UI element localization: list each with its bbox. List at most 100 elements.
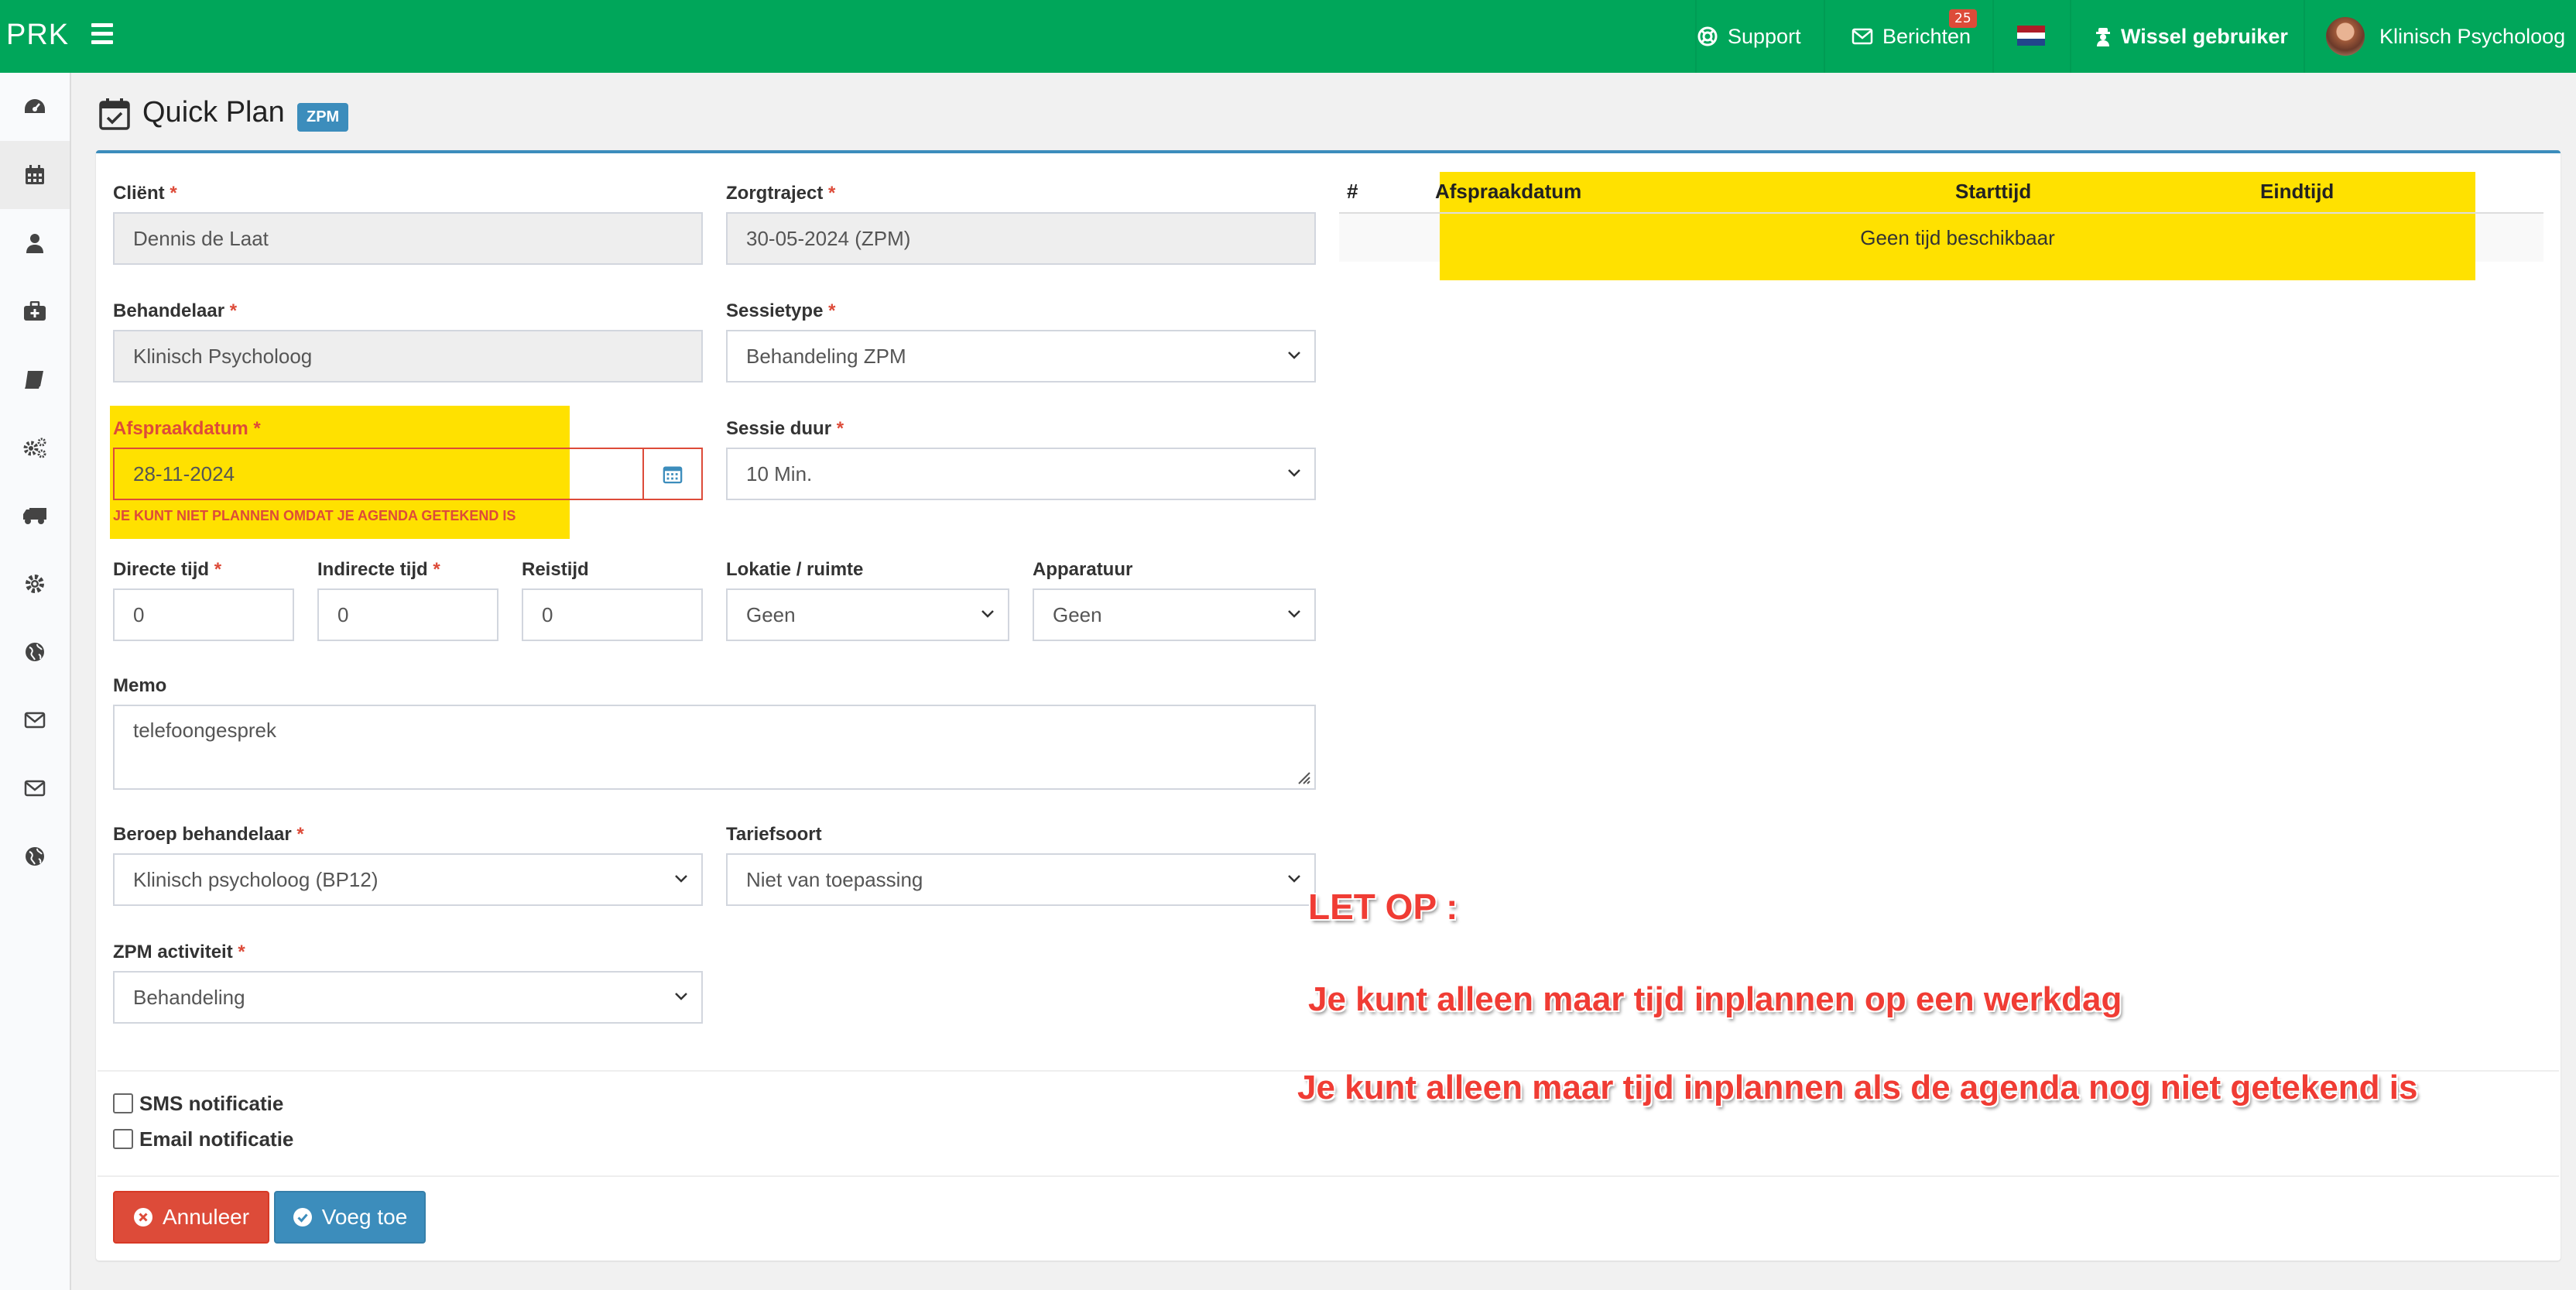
- calendar-icon: [26, 165, 44, 184]
- annotation-line-2: Je kunt alleen maar tijd inplannen als d…: [1297, 1069, 2418, 1106]
- language-flag-nl-icon[interactable]: [2017, 26, 2045, 46]
- sidebar-item-medical[interactable]: [0, 277, 70, 345]
- email-notification-label: Email notificatie: [139, 1127, 294, 1151]
- sidebar-item-web[interactable]: [0, 618, 70, 686]
- calendar-icon: [663, 466, 683, 484]
- lokatie-select[interactable]: Geen: [726, 588, 1009, 641]
- messages-label: Berichten: [1882, 24, 1971, 48]
- beroep-select[interactable]: Klinisch psycholoog (BP12): [113, 853, 703, 906]
- chevron-down-icon: [1288, 875, 1300, 883]
- chevron-down-icon: [981, 610, 994, 618]
- zpm-badge: ZPM: [297, 103, 349, 132]
- table-header-start: Starttijd: [1955, 180, 2032, 203]
- annotation-heading: LET OP :: [1308, 887, 1458, 927]
- switch-user-link[interactable]: Wissel gebruiker: [2095, 0, 2288, 73]
- switch-user-label: Wissel gebruiker: [2121, 24, 2288, 48]
- client-field[interactable]: Dennis de Laat: [113, 212, 703, 265]
- tariefsoort-label: Tariefsoort: [726, 824, 822, 845]
- sidebar-item-settings[interactable]: [0, 550, 70, 618]
- date-error-message: JE KUNT NIET PLANNEN OMDAT JE AGENDA GET…: [113, 508, 516, 523]
- chevron-down-icon: [1288, 352, 1300, 359]
- envelope-icon: [24, 780, 46, 797]
- user-name: Klinisch Psycholoog: [2379, 24, 2566, 48]
- messages-count-badge: 25: [1949, 9, 1977, 28]
- sidebar-item-web-2[interactable]: [0, 822, 70, 890]
- table-header-date: Afspraakdatum: [1435, 180, 1582, 203]
- datepicker-button[interactable]: [642, 448, 703, 500]
- sidebar-item-config[interactable]: [0, 413, 70, 482]
- add-button[interactable]: Voeg toe: [274, 1191, 426, 1244]
- indirecte-tijd-label: Indirecte tijd *: [317, 559, 440, 580]
- chevron-down-icon: [1288, 610, 1300, 618]
- user-icon: [26, 234, 43, 253]
- sidebar-item-calendar[interactable]: [0, 141, 70, 209]
- beroep-label: Beroep behandelaar *: [113, 824, 304, 845]
- sessietype-label: Sessietype *: [726, 300, 836, 321]
- zpm-activiteit-label: ZPM activiteit *: [113, 942, 245, 962]
- directe-tijd-input[interactable]: 0: [113, 588, 294, 641]
- hamburger-menu-icon[interactable]: [91, 23, 113, 46]
- user-secret-icon: [2095, 26, 2112, 46]
- sessie-duur-select[interactable]: 10 Min.: [726, 448, 1316, 500]
- times-circle-icon: [133, 1207, 153, 1227]
- apparatuur-select[interactable]: Geen: [1033, 588, 1316, 641]
- table-header-divider: [1339, 212, 2543, 214]
- sidebar-item-mail-2[interactable]: [0, 754, 70, 822]
- check-circle-icon: [293, 1207, 313, 1227]
- envelope-icon: [1852, 28, 1873, 45]
- support-label: Support: [1728, 24, 1801, 48]
- calendar-check-icon: [99, 98, 130, 133]
- sidebar-item-clients[interactable]: [0, 209, 70, 277]
- dashboard-icon: [25, 99, 45, 113]
- brand-logo[interactable]: PRK: [6, 19, 69, 52]
- behandelaar-field[interactable]: Klinisch Psycholoog: [113, 330, 703, 383]
- globe-icon: [26, 847, 44, 866]
- top-navbar: PRK Support Berichten 25 Wissel gebruike…: [0, 0, 2576, 73]
- email-notification-checkbox[interactable]: [113, 1129, 133, 1149]
- chevron-down-icon: [675, 993, 687, 1000]
- reistijd-label: Reistijd: [522, 559, 589, 580]
- zorgtraject-label: Zorgtraject *: [726, 183, 836, 204]
- user-menu[interactable]: Klinisch Psycholoog: [2379, 0, 2565, 73]
- sidebar: [0, 73, 71, 1290]
- lokatie-label: Lokatie / ruimte: [726, 559, 864, 580]
- globe-icon: [26, 643, 44, 661]
- table-row-stripe-end: [2475, 214, 2543, 262]
- zorgtraject-field[interactable]: 30-05-2024 (ZPM): [726, 212, 1316, 265]
- medkit-icon: [24, 301, 46, 321]
- afspraakdatum-input[interactable]: 28-11-2024: [113, 448, 644, 500]
- table-row-stripe: [1339, 214, 1440, 262]
- book-icon: [25, 371, 43, 389]
- afspraakdatum-label: Afspraakdatum *: [113, 418, 261, 439]
- sms-notification-checkbox[interactable]: [113, 1093, 133, 1113]
- memo-textarea[interactable]: telefoongesprek: [113, 705, 1316, 790]
- gear-icon: [26, 575, 44, 593]
- chevron-down-icon: [675, 875, 687, 883]
- chevron-down-icon: [1288, 469, 1300, 477]
- footer-divider: [98, 1175, 2559, 1177]
- sidebar-item-documents[interactable]: [0, 345, 70, 413]
- page-title: Quick Plan: [142, 96, 285, 129]
- directe-tijd-label: Directe tijd *: [113, 559, 222, 580]
- cancel-button[interactable]: Annuleer: [113, 1191, 269, 1244]
- resize-handle-icon: [1298, 772, 1310, 784]
- table-header-index: #: [1347, 180, 1358, 203]
- sessietype-select[interactable]: Behandeling ZPM: [726, 330, 1316, 383]
- annotation-line-1: Je kunt alleen maar tijd inplannen op ee…: [1308, 980, 2122, 1018]
- indirecte-tijd-input[interactable]: 0: [317, 588, 498, 641]
- truck-icon: [23, 508, 46, 524]
- lifebuoy-icon: [1697, 26, 1718, 47]
- user-avatar[interactable]: [2326, 17, 2365, 56]
- support-link[interactable]: Support: [1697, 0, 1801, 73]
- sms-notification-label: SMS notificatie: [139, 1092, 284, 1115]
- reistijd-input[interactable]: 0: [522, 588, 703, 641]
- table-empty-message: Geen tijd beschikbaar: [1860, 226, 2055, 249]
- apparatuur-label: Apparatuur: [1033, 559, 1133, 580]
- tariefsoort-select[interactable]: Niet van toepassing: [726, 853, 1316, 906]
- sidebar-item-transport[interactable]: [0, 482, 70, 550]
- sidebar-item-dashboard[interactable]: [0, 73, 70, 141]
- zpm-activiteit-select[interactable]: Behandeling: [113, 971, 703, 1024]
- sidebar-item-mail[interactable]: [0, 686, 70, 754]
- table-header-end: Eindtijd: [2260, 180, 2334, 203]
- sessie-duur-label: Sessie duur *: [726, 418, 844, 439]
